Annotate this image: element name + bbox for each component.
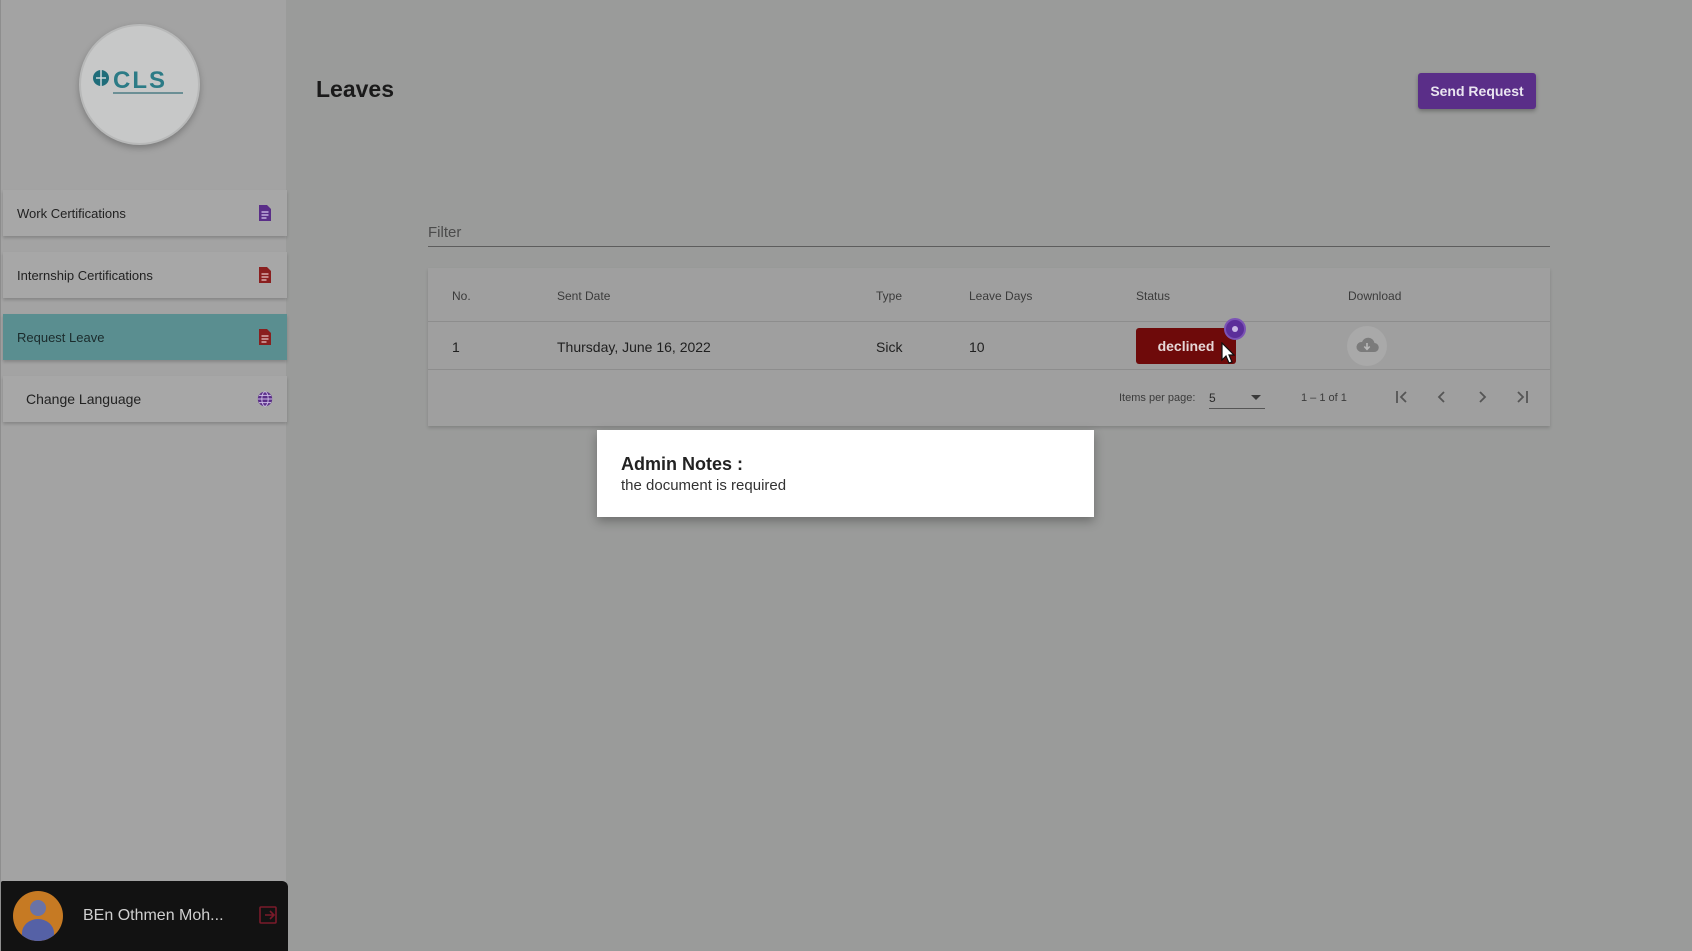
send-request-button[interactable]: Send Request: [1418, 73, 1536, 109]
sidebar-item-label: Change Language: [26, 391, 142, 407]
sidebar-item-change-language[interactable]: Change Language: [3, 376, 287, 422]
paginator: Items per page: 5 1 – 1 of 1: [428, 370, 1550, 426]
sidebar-item-label: Request Leave: [17, 329, 105, 345]
cls-logo-icon: CLS: [93, 67, 183, 94]
first-page-button[interactable]: [1388, 384, 1416, 412]
sidebar-item-request-leave[interactable]: Request Leave: [3, 314, 287, 360]
previous-page-button[interactable]: [1428, 384, 1456, 412]
filter-field[interactable]: [428, 214, 1550, 247]
admin-notes-title: Admin Notes :: [621, 454, 744, 474]
chevron-down-icon: [1251, 395, 1261, 400]
chevron-left-icon: [1434, 389, 1450, 408]
sidebar-item-label: Internship Certifications: [17, 267, 153, 283]
logout-icon[interactable]: [258, 905, 278, 930]
cell-no: 1: [452, 339, 460, 355]
table-header: No. Sent Date Type Leave Days Status Dow…: [428, 268, 1550, 322]
chevron-right-icon: [1474, 389, 1490, 408]
document-icon: [257, 266, 273, 284]
sidebar: CLS Work Certifications Internship Certi…: [0, 0, 288, 951]
items-per-page-select[interactable]: 5: [1209, 387, 1265, 409]
click-indicator: [1224, 318, 1246, 340]
filter-input[interactable]: [428, 214, 1550, 246]
column-header-status: Status: [1136, 289, 1171, 303]
column-header-leave-days: Leave Days: [969, 289, 1033, 303]
cell-leave-days: 10: [969, 339, 985, 355]
globe-icon: [257, 390, 273, 408]
page-range: 1 – 1 of 1: [1301, 392, 1347, 404]
sidebar-item-label: Work Certifications: [17, 205, 126, 221]
user-avatar: [13, 891, 63, 941]
last-page-icon: [1514, 389, 1530, 408]
document-icon: [257, 204, 273, 222]
cell-type: Sick: [876, 339, 903, 355]
admin-notes-text: the document is required: [621, 477, 787, 494]
cloud-download-icon: [1355, 336, 1379, 357]
svg-text:CLS: CLS: [113, 67, 167, 94]
column-header-no: No.: [452, 289, 471, 303]
column-header-type: Type: [876, 289, 903, 303]
first-page-icon: [1394, 389, 1410, 408]
sidebar-item-work-certifications[interactable]: Work Certifications: [3, 190, 287, 236]
last-page-button[interactable]: [1508, 384, 1536, 412]
admin-notes-popup: Admin Notes : the document is required: [597, 430, 1094, 517]
company-logo: CLS: [79, 24, 200, 145]
user-name: BEn Othmen Moh...: [83, 907, 224, 924]
items-per-page-label: Items per page:: [1119, 392, 1196, 404]
cell-sent-date: Thursday, June 16, 2022: [557, 339, 711, 355]
document-icon: [257, 328, 273, 346]
column-header-sent-date: Sent Date: [557, 289, 611, 303]
download-button[interactable]: [1347, 326, 1387, 366]
items-per-page-value: 5: [1209, 391, 1216, 405]
column-header-download: Download: [1348, 289, 1402, 303]
mouse-cursor-icon: [1221, 341, 1236, 369]
user-profile-bar[interactable]: BEn Othmen Moh...: [1, 881, 288, 951]
leaves-table: No. Sent Date Type Leave Days Status Dow…: [428, 268, 1550, 426]
next-page-button[interactable]: [1468, 384, 1496, 412]
table-row: 1 Thursday, June 16, 2022 Sick 10 declin…: [428, 318, 1550, 370]
sidebar-item-internship-certifications[interactable]: Internship Certifications: [3, 252, 287, 298]
page-title: Leaves: [316, 76, 395, 102]
